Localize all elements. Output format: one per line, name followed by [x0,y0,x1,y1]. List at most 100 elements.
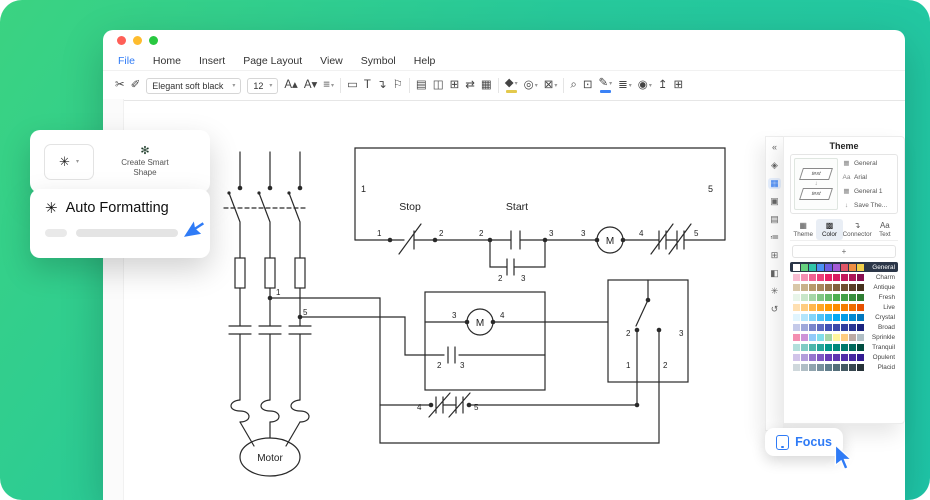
group-icon[interactable]: ◫ [433,80,444,92]
color-swatch[interactable] [833,274,840,281]
color-swatch[interactable] [801,284,808,291]
theme-preview[interactable]: test ↓ test [794,158,838,210]
ai-panel-icon[interactable]: ✳ [769,286,781,297]
search-icon[interactable]: ⌕ [570,80,576,92]
color-swatch[interactable] [809,294,816,301]
color-swatch[interactable] [809,264,816,271]
color-swatch[interactable] [793,344,800,351]
color-swatch[interactable] [825,284,832,291]
color-swatch[interactable] [857,274,864,281]
palette-row[interactable]: Antique [790,282,898,292]
color-swatch[interactable] [857,324,864,331]
color-swatch[interactable] [857,334,864,341]
color-swatch[interactable] [833,294,840,301]
color-swatch[interactable] [849,264,856,271]
color-swatch[interactable] [841,304,848,311]
menu-item[interactable]: File [109,55,144,67]
color-swatch[interactable] [817,354,824,361]
palette-row[interactable]: Sprinkle [790,332,898,342]
symbol-library-icon[interactable]: ◈ [769,160,780,171]
color-swatch[interactable] [809,284,816,291]
layers-icon[interactable]: ▤ [416,80,427,92]
palette-row[interactable]: Crystal [790,312,898,322]
color-swatch[interactable] [825,334,832,341]
theme-panel-icon[interactable]: ▦ [768,178,781,189]
maximize-window-button[interactable] [149,36,158,45]
color-swatch[interactable] [793,314,800,321]
color-swatch[interactable] [801,304,808,311]
color-swatch[interactable] [793,274,800,281]
color-swatch[interactable] [817,294,824,301]
color-swatch[interactable] [841,344,848,351]
format-painter-icon[interactable]: ✐ [131,80,141,92]
color-swatch[interactable] [801,294,808,301]
color-swatch[interactable] [833,314,840,321]
connector-tool-icon[interactable]: ↴ [377,80,387,92]
minimize-window-button[interactable] [133,36,142,45]
palette-row[interactable]: General [790,262,898,272]
menu-item[interactable]: View [311,55,352,67]
color-swatch[interactable] [857,354,864,361]
color-swatch[interactable] [809,364,816,371]
color-swatch[interactable] [793,354,800,361]
font-size-select[interactable]: 12▾ [247,78,278,94]
pen-color-icon[interactable]: ✎▾ [598,78,612,94]
color-swatch[interactable] [841,274,848,281]
color-swatch[interactable] [833,264,840,271]
color-swatch[interactable] [833,364,840,371]
color-swatch[interactable] [825,274,832,281]
color-swatch[interactable] [825,264,832,271]
color-swatch[interactable] [825,324,832,331]
palette-row[interactable]: Fresh [790,292,898,302]
color-swatch[interactable] [801,324,808,331]
color-swatch[interactable] [809,324,816,331]
color-swatch[interactable] [833,284,840,291]
export-icon[interactable]: ↥ [658,80,668,92]
color-swatch[interactable] [825,344,832,351]
color-swatch[interactable] [857,344,864,351]
menu-item[interactable]: Home [144,55,190,67]
color-swatch[interactable] [809,314,816,321]
text-tool-icon[interactable]: T [364,80,371,92]
color-swatch[interactable] [801,334,808,341]
collapse-panel-icon[interactable]: « [770,142,779,153]
panel-tab[interactable]: Aa Text [872,219,898,240]
palette-row[interactable]: Charm [790,272,898,282]
color-swatch[interactable] [841,354,848,361]
color-swatch[interactable] [817,314,824,321]
color-swatch[interactable] [841,294,848,301]
color-swatch[interactable] [857,364,864,371]
color-swatch[interactable] [849,274,856,281]
color-swatch[interactable] [841,264,848,271]
color-swatch[interactable] [825,294,832,301]
color-swatch[interactable] [801,314,808,321]
color-swatch[interactable] [857,284,864,291]
color-swatch[interactable] [857,314,864,321]
color-swatch[interactable] [825,354,832,361]
color-swatch[interactable] [857,294,864,301]
find-replace-icon[interactable]: ⊡ [583,80,593,92]
color-swatch[interactable] [817,334,824,341]
color-swatch[interactable] [841,314,848,321]
panel-tab[interactable]: ▩ Color [816,219,842,240]
palette-row[interactable]: Broad [790,322,898,332]
color-swatch[interactable] [793,334,800,341]
color-swatch[interactable] [801,264,808,271]
note-panel-icon[interactable]: ≔ [768,232,781,243]
color-swatch[interactable] [825,364,832,371]
palette-row[interactable]: Placid [790,362,898,372]
menu-item[interactable]: Symbol [352,55,405,67]
theme-info-row[interactable]: ↓ Save The... [842,202,894,209]
font-increase-icon[interactable]: A▴ [284,80,297,92]
color-swatch[interactable] [841,284,848,291]
color-swatch[interactable] [849,364,856,371]
focus-button[interactable]: Focus [765,428,843,456]
theme-info-row[interactable]: ▦ General [842,159,894,167]
color-swatch[interactable] [793,284,800,291]
align-objects-icon[interactable]: ⊞ [450,80,460,92]
line-style-icon[interactable]: ≣▾ [618,80,632,92]
color-swatch[interactable] [849,324,856,331]
color-swatch[interactable] [841,364,848,371]
color-swatch[interactable] [809,334,816,341]
color-swatch[interactable] [825,304,832,311]
